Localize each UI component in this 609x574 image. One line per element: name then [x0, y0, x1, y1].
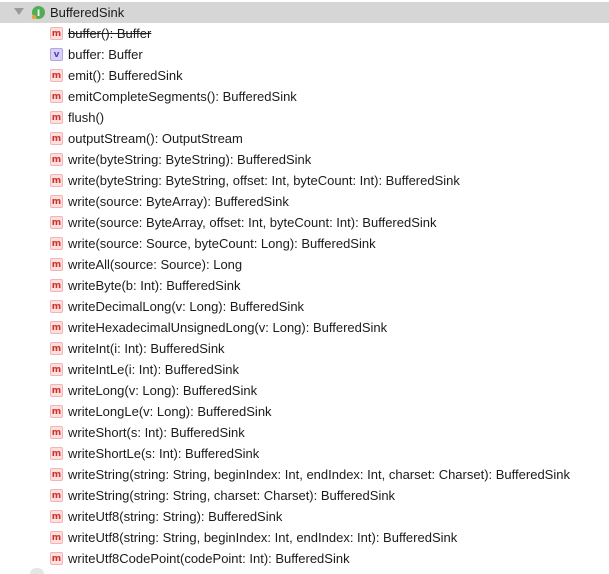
method-icon: m — [50, 279, 63, 292]
method-icon: m — [50, 531, 63, 544]
variable-icon: v — [50, 48, 63, 61]
member-label: writeUtf8CodePoint(codePoint: Int): Buff… — [68, 551, 350, 566]
next-node-icon-partial — [30, 568, 44, 574]
member-label: writeShortLe(s: Int): BufferedSink — [68, 446, 260, 461]
tree-node-member[interactable]: m writeInt(i: Int): BufferedSink — [0, 338, 609, 359]
tree-node-member[interactable]: m write(byteString: ByteString, offset: I… — [0, 170, 609, 191]
member-label: writeUtf8(string: String, beginIndex: In… — [68, 530, 458, 545]
method-icon: m — [50, 552, 63, 565]
tree-node-member[interactable]: m write(byteString: ByteString): Buffered… — [0, 149, 609, 170]
method-icon: m — [50, 132, 63, 145]
tree-node-class[interactable]: I BufferedSink — [0, 2, 609, 23]
member-label: writeShort(s: Int): BufferedSink — [68, 425, 245, 440]
method-icon: m — [50, 321, 63, 334]
method-icon: m — [50, 90, 63, 103]
tree-node-member[interactable]: m writeLong(v: Long): BufferedSink — [0, 380, 609, 401]
member-label: write(byteString: ByteString, offset: In… — [68, 173, 460, 188]
tree-node-member[interactable]: m writeString(string: String, beginIndex:… — [0, 464, 609, 485]
tree-node-member[interactable]: m writeShort(s: Int): BufferedSink — [0, 422, 609, 443]
member-label: write(source: ByteArray, offset: Int, by… — [68, 215, 437, 230]
tree-node-member[interactable]: m buffer(): Buffer — [0, 23, 609, 44]
tree-node-member[interactable]: m writeShortLe(s: Int): BufferedSink — [0, 443, 609, 464]
tree-node-member[interactable]: m writeUtf8(string: String): BufferedSink — [0, 506, 609, 527]
tree-node-member[interactable]: m writeByte(b: Int): BufferedSink — [0, 275, 609, 296]
tree-node-member[interactable]: m writeDecimalLong(v: Long): BufferedSink — [0, 296, 609, 317]
method-icon: m — [50, 216, 63, 229]
expand-arrow-icon[interactable] — [14, 8, 24, 15]
member-label: writeInt(i: Int): BufferedSink — [68, 341, 225, 356]
method-icon: m — [50, 111, 63, 124]
tree-node-member[interactable]: m emit(): BufferedSink — [0, 65, 609, 86]
member-label: buffer: Buffer — [68, 47, 143, 62]
tree-node-member[interactable]: m writeUtf8(string: String, beginIndex: I… — [0, 527, 609, 548]
interface-icon: I — [31, 6, 45, 20]
method-icon: m — [50, 153, 63, 166]
method-icon: m — [50, 468, 63, 481]
method-icon: m — [50, 510, 63, 523]
method-icon: m — [50, 426, 63, 439]
member-label: write(source: Source, byteCount: Long): … — [68, 236, 376, 251]
member-label: writeString(string: String, charset: Cha… — [68, 488, 396, 503]
tree-node-member[interactable]: m write(source: ByteArray, offset: Int, b… — [0, 212, 609, 233]
member-label: writeString(string: String, beginIndex: … — [68, 467, 570, 482]
member-label: writeLong(v: Long): BufferedSink — [68, 383, 258, 398]
method-icon: m — [50, 27, 63, 40]
member-label: write(source: ByteArray): BufferedSink — [68, 194, 289, 209]
method-icon: m — [50, 489, 63, 502]
method-icon: m — [50, 174, 63, 187]
tree-node-member[interactable]: m write(source: ByteArray): BufferedSink — [0, 191, 609, 212]
member-label: write(byteString: ByteString): BufferedS… — [68, 152, 312, 167]
member-label: buffer(): Buffer — [68, 26, 152, 41]
tree-node-member[interactable]: m writeHexadecimalUnsignedLong(v: Long): … — [0, 317, 609, 338]
method-icon: m — [50, 237, 63, 250]
method-icon: m — [50, 342, 63, 355]
class-name-label: BufferedSink — [50, 5, 125, 20]
tree-node-member[interactable]: m writeString(string: String, charset: Ch… — [0, 485, 609, 506]
tree-node-member[interactable]: v buffer: Buffer — [0, 44, 609, 65]
method-icon: m — [50, 300, 63, 313]
method-icon: m — [50, 258, 63, 271]
member-label: writeIntLe(i: Int): BufferedSink — [68, 362, 240, 377]
svg-text:I: I — [37, 9, 40, 19]
method-icon: m — [50, 447, 63, 460]
member-list: m buffer(): Buffer v buffer: Buffer m emit():… — [0, 23, 609, 569]
member-label: writeUtf8(string: String): BufferedSink — [68, 509, 283, 524]
tree-node-member[interactable]: m writeIntLe(i: Int): BufferedSink — [0, 359, 609, 380]
member-label: writeLongLe(v: Long): BufferedSink — [68, 404, 272, 419]
method-icon: m — [50, 363, 63, 376]
tree-node-member[interactable]: m writeLongLe(v: Long): BufferedSink — [0, 401, 609, 422]
member-label: outputStream(): OutputStream — [68, 131, 243, 146]
member-label: flush() — [68, 110, 105, 125]
tree-node-member[interactable]: m outputStream(): OutputStream — [0, 128, 609, 149]
method-icon: m — [50, 405, 63, 418]
member-label: writeByte(b: Int): BufferedSink — [68, 278, 241, 293]
tree-node-member[interactable]: m writeAll(source: Source): Long — [0, 254, 609, 275]
tree-node-member[interactable]: m flush() — [0, 107, 609, 128]
method-icon: m — [50, 69, 63, 82]
member-label: writeAll(source: Source): Long — [68, 257, 243, 272]
member-label: writeDecimalLong(v: Long): BufferedSink — [68, 299, 305, 314]
member-label: writeHexadecimalUnsignedLong(v: Long): B… — [68, 320, 388, 335]
tree-node-member[interactable]: m emitCompleteSegments(): BufferedSink — [0, 86, 609, 107]
tree-node-member[interactable]: m write(source: Source, byteCount: Long):… — [0, 233, 609, 254]
member-label: emit(): BufferedSink — [68, 68, 183, 83]
method-icon: m — [50, 384, 63, 397]
method-icon: m — [50, 195, 63, 208]
tree-node-member[interactable]: m writeUtf8CodePoint(codePoint: Int): Buf… — [0, 548, 609, 569]
member-label: emitCompleteSegments(): BufferedSink — [68, 89, 297, 104]
